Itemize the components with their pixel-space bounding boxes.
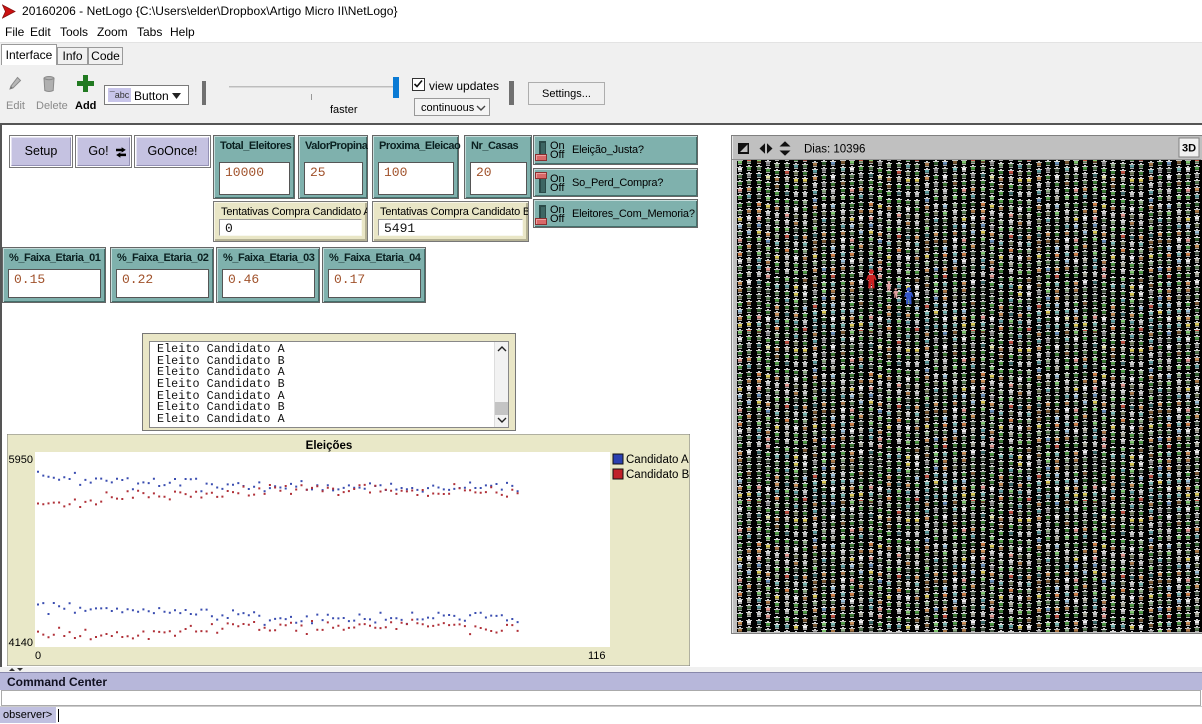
svg-text:Dias: 10396: Dias: 10396 [804, 144, 865, 156]
svg-text:116: 116 [588, 650, 606, 662]
svg-text:Candidato B: Candidato B [626, 469, 690, 481]
svg-text:0: 0 [35, 650, 41, 662]
svg-text:5950: 5950 [9, 454, 33, 466]
svg-text:Eleições: Eleições [306, 440, 353, 452]
svg-text:3D: 3D [1182, 143, 1196, 155]
svg-text:Candidato A: Candidato A [626, 454, 689, 466]
svg-text:4140: 4140 [9, 637, 33, 649]
